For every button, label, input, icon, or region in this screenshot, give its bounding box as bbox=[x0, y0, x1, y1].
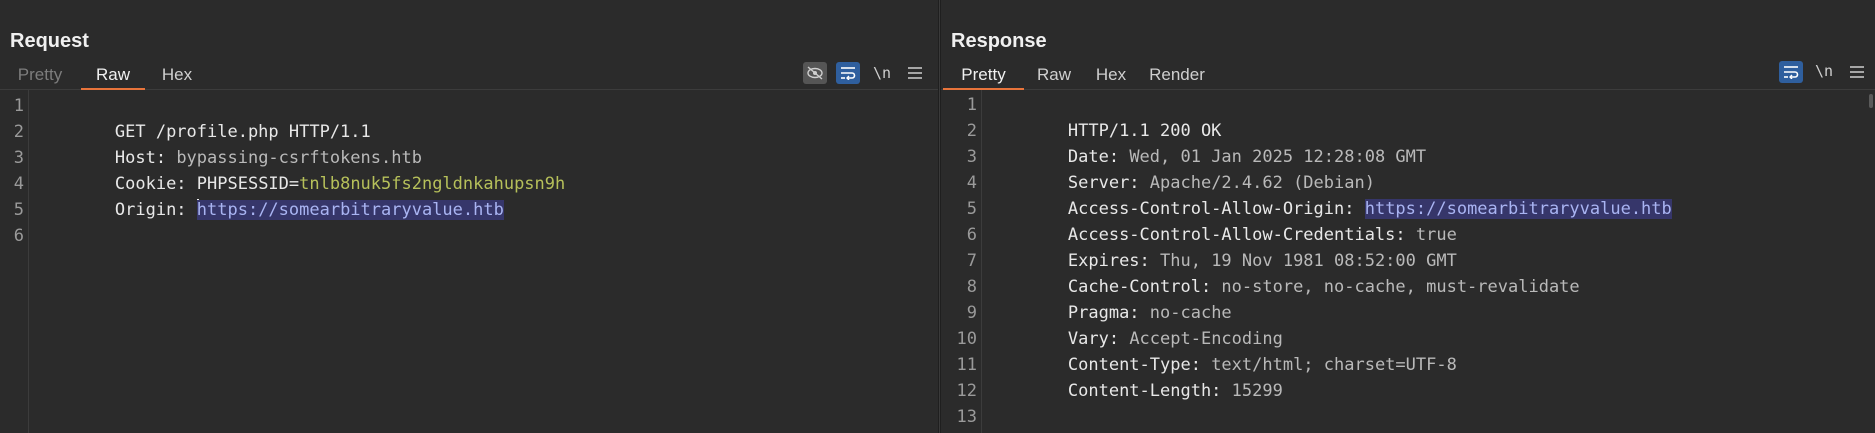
text-wrap-icon bbox=[841, 67, 856, 81]
line-number: 5 bbox=[966, 199, 977, 219]
request-editor[interactable]: 1 2 3 4 5 6 GET /profile.php HTTP/1.1 Ho… bbox=[0, 90, 938, 433]
request-line: GET /profile.php HTTP/1.1 bbox=[33, 93, 371, 142]
line-number: 3 bbox=[13, 148, 24, 168]
line-number: 3 bbox=[966, 147, 977, 167]
line-number: 6 bbox=[13, 226, 24, 246]
eye-slash-icon bbox=[807, 66, 823, 80]
header-line: Content-Type: text/html; charset=UTF-8 bbox=[986, 326, 1457, 375]
line-number: 1 bbox=[966, 95, 977, 115]
hamburger-menu-icon bbox=[908, 67, 922, 79]
header-line: Expires: Thu, 19 Nov 1981 08:52:00 GMT bbox=[986, 222, 1457, 271]
line-number: 8 bbox=[966, 277, 977, 297]
text-wrap-icon bbox=[1784, 66, 1799, 80]
http-message-editor: Request Pretty Raw Hex \n 1 2 3 4 5 6 GE… bbox=[0, 0, 1875, 433]
header-value: no-store, no-cache, must-revalidate bbox=[1211, 277, 1580, 297]
request-tab-hex[interactable]: Hex bbox=[152, 62, 202, 88]
line-number: 9 bbox=[966, 303, 977, 323]
response-tab-pretty[interactable]: Pretty bbox=[943, 62, 1024, 90]
line-number: 11 bbox=[956, 355, 977, 375]
response-menu-button[interactable] bbox=[1845, 61, 1869, 83]
header-name: Content-Length: bbox=[1067, 381, 1222, 401]
line-number: 5 bbox=[13, 200, 24, 220]
response-scrollbar[interactable] bbox=[1869, 94, 1873, 108]
header-line: Server: Apache/2.4.62 (Debian) bbox=[986, 144, 1375, 193]
header-line: Access-Control-Allow-Origin: https://som… bbox=[986, 170, 1672, 219]
header-line: Host: bypassing-csrftokens.htb bbox=[33, 119, 422, 168]
response-editor[interactable]: 1 2 3 4 5 6 7 8 9 10 11 12 13 HTTP/1.1 2… bbox=[941, 90, 1875, 433]
request-line-gutter: 1 2 3 4 5 6 bbox=[0, 90, 29, 433]
header-line: Content-Length: 15299 bbox=[986, 352, 1283, 401]
request-title: Request bbox=[10, 30, 89, 52]
request-newline-toggle[interactable]: \n bbox=[870, 62, 894, 84]
header-value: 15299 bbox=[1221, 381, 1283, 401]
request-tabbar: Pretty Raw Hex bbox=[0, 60, 938, 90]
line-number: 1 bbox=[13, 96, 24, 116]
request-tab-raw[interactable]: Raw bbox=[81, 62, 145, 90]
response-tabbar: Pretty Raw Hex Render bbox=[941, 60, 1875, 90]
response-tab-raw[interactable]: Raw bbox=[1029, 62, 1079, 88]
request-tab-pretty[interactable]: Pretty bbox=[6, 62, 74, 88]
line-number: 7 bbox=[966, 251, 977, 271]
response-wrap-button[interactable] bbox=[1779, 61, 1803, 83]
line-number: 2 bbox=[13, 122, 24, 142]
header-line: Cache-Control: no-store, no-cache, must-… bbox=[986, 248, 1580, 297]
header-name: Origin: bbox=[114, 200, 197, 220]
selected-header-value: https://somearbitraryvalue.htb bbox=[196, 200, 504, 220]
header-line: Vary: Accept-Encoding bbox=[986, 300, 1283, 349]
header-line: Access-Control-Allow-Credentials: true bbox=[986, 196, 1457, 245]
header-line: Cookie: PHPSESSID=tnlb8nuk5fs2ngldnkahup… bbox=[33, 145, 565, 194]
line-number: 4 bbox=[966, 173, 977, 193]
request-menu-button[interactable] bbox=[903, 62, 927, 84]
hide-non-printable-button[interactable] bbox=[803, 62, 827, 84]
response-tab-hex[interactable]: Hex bbox=[1086, 62, 1136, 88]
header-line: Origin: https://somearbitraryvalue.htb bbox=[33, 171, 504, 220]
header-line: Pragma: no-cache bbox=[986, 274, 1232, 323]
line-number: 10 bbox=[956, 329, 977, 349]
status-line: HTTP/1.1 200 OK bbox=[986, 92, 1222, 141]
header-line: Date: Wed, 01 Jan 2025 12:28:08 GMT bbox=[986, 118, 1426, 167]
response-tab-render[interactable]: Render bbox=[1144, 62, 1210, 88]
response-title: Response bbox=[951, 30, 1047, 52]
response-line-gutter: 1 2 3 4 5 6 7 8 9 10 11 12 13 bbox=[941, 90, 982, 433]
line-number: 12 bbox=[956, 381, 977, 401]
line-number: 2 bbox=[966, 121, 977, 141]
response-newline-toggle[interactable]: \n bbox=[1812, 60, 1836, 82]
request-wrap-button[interactable] bbox=[836, 62, 860, 84]
hamburger-menu-icon bbox=[1850, 66, 1864, 78]
line-number: 4 bbox=[13, 174, 24, 194]
request-pane: Request Pretty Raw Hex \n 1 2 3 4 5 6 GE… bbox=[0, 0, 938, 433]
response-pane: Response Pretty Raw Hex Render \n 1 2 3 … bbox=[941, 0, 1875, 433]
line-number: 6 bbox=[966, 225, 977, 245]
line-number: 13 bbox=[956, 407, 977, 427]
